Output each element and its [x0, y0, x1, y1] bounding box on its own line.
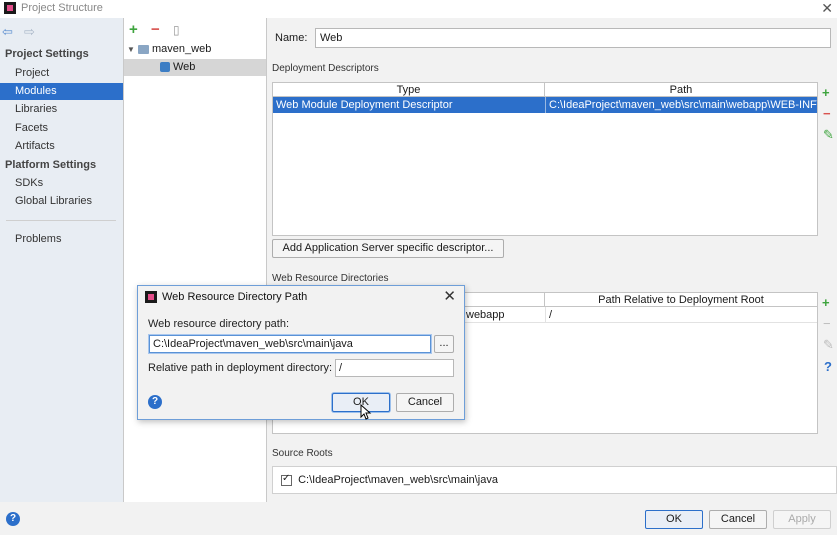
- sidebar-item-artifacts[interactable]: Artifacts: [0, 138, 123, 155]
- add-descriptor-icon[interactable]: +: [822, 86, 830, 100]
- add-icon[interactable]: +: [129, 22, 138, 38]
- tree-item-web[interactable]: Web: [124, 59, 266, 76]
- add-server-descriptor-button[interactable]: Add Application Server specific descript…: [272, 239, 504, 258]
- table-row[interactable]: Web Module Deployment Descriptor C:\Idea…: [273, 97, 817, 113]
- source-root-path: C:\IdeaProject\maven_web\src\main\java: [298, 474, 498, 486]
- deployment-descriptors-title: Deployment Descriptors: [272, 63, 379, 74]
- path-label: Web resource directory path:: [148, 318, 290, 330]
- column-header-relative[interactable]: Path Relative to Deployment Root: [545, 293, 817, 307]
- project-settings-heading: Project Settings: [5, 48, 89, 60]
- sidebar-divider: [6, 220, 116, 221]
- add-directory-icon[interactable]: +: [822, 296, 830, 310]
- sidebar-item-global-libraries[interactable]: Global Libraries: [0, 193, 123, 210]
- source-roots-list: C:\IdeaProject\maven_web\src\main\java: [272, 466, 837, 494]
- relative-path-label: Relative path in deployment directory:: [148, 362, 333, 374]
- browse-button[interactable]: ...: [434, 335, 454, 353]
- module-tree-panel: + − ▯ ▼ maven_web Web: [124, 18, 267, 502]
- title-bar: Project Structure ✕: [0, 0, 837, 18]
- module-folder-icon: [138, 44, 149, 54]
- web-resource-directories-title: Web Resource Directories: [272, 273, 389, 284]
- name-label: Name:: [275, 32, 308, 44]
- edit-directory-icon[interactable]: ✎: [823, 338, 834, 352]
- tree-item-label: Web: [173, 61, 196, 73]
- list-item[interactable]: C:\IdeaProject\maven_web\src\main\java: [281, 473, 498, 486]
- directory-cell: webapp: [466, 309, 505, 321]
- descriptor-type-cell: Web Module Deployment Descriptor: [276, 99, 453, 111]
- relative-path-field[interactable]: /: [335, 359, 454, 377]
- deployment-descriptors-table: Type Path Web Module Deployment Descript…: [272, 82, 818, 236]
- help-icon[interactable]: ?: [824, 360, 832, 374]
- forward-arrow-icon[interactable]: ⇨: [24, 24, 35, 40]
- sidebar-item-libraries[interactable]: Libraries: [0, 101, 123, 118]
- intellij-logo-icon: [4, 2, 16, 14]
- web-facet-icon: [160, 62, 170, 73]
- apply-button[interactable]: Apply: [773, 510, 831, 529]
- directory-path-field[interactable]: C:\IdeaProject\maven_web\src\main\java: [149, 335, 431, 353]
- sidebar-item-sdks[interactable]: SDKs: [0, 175, 123, 192]
- platform-settings-heading: Platform Settings: [5, 159, 97, 171]
- help-button[interactable]: ?: [148, 395, 162, 409]
- intellij-logo-icon: [145, 291, 157, 303]
- window-title: Project Structure: [21, 2, 103, 14]
- edit-descriptor-icon[interactable]: ✎: [823, 128, 834, 142]
- remove-directory-icon[interactable]: −: [823, 317, 831, 331]
- dialog-title: Web Resource Directory Path: [162, 291, 308, 303]
- settings-sidebar: ⇦ ⇨ Project Settings Project Modules Lib…: [0, 18, 124, 502]
- cancel-button[interactable]: Cancel: [709, 510, 767, 529]
- chevron-down-icon[interactable]: ▼: [124, 41, 138, 58]
- close-window-icon[interactable]: ✕: [821, 0, 833, 17]
- mouse-cursor-icon: [360, 404, 372, 420]
- column-header-type[interactable]: Type: [273, 83, 545, 97]
- back-arrow-icon[interactable]: ⇦: [2, 24, 13, 40]
- descriptor-path-cell: C:\IdeaProject\maven_web\src\main\webapp…: [545, 97, 817, 113]
- tree-item-maven-web[interactable]: ▼ maven_web: [124, 41, 266, 58]
- tree-toolbar: + − ▯: [124, 22, 267, 38]
- facet-settings-panel: Name: Web Deployment Descriptors Type Pa…: [268, 18, 837, 502]
- sidebar-item-facets[interactable]: Facets: [0, 120, 123, 137]
- name-field[interactable]: Web: [315, 28, 831, 48]
- sidebar-item-problems[interactable]: Problems: [0, 231, 123, 248]
- close-icon[interactable]: ✕: [443, 287, 456, 305]
- column-header-path[interactable]: Path: [545, 83, 817, 97]
- sidebar-item-project[interactable]: Project: [0, 65, 123, 82]
- help-button[interactable]: ?: [6, 512, 20, 526]
- tree-item-label: maven_web: [152, 43, 212, 55]
- source-root-checkbox[interactable]: [281, 473, 292, 486]
- remove-icon[interactable]: −: [151, 22, 160, 38]
- sidebar-item-modules[interactable]: Modules: [0, 83, 123, 100]
- remove-descriptor-icon[interactable]: −: [823, 107, 831, 121]
- web-resource-dialog: Web Resource Directory Path ✕ Web resour…: [137, 285, 465, 420]
- copy-icon[interactable]: ▯: [173, 22, 180, 38]
- relative-path-cell: /: [545, 307, 817, 323]
- dialog-cancel-button[interactable]: Cancel: [396, 393, 454, 412]
- ok-button[interactable]: OK: [645, 510, 703, 529]
- source-roots-title: Source Roots: [272, 448, 333, 459]
